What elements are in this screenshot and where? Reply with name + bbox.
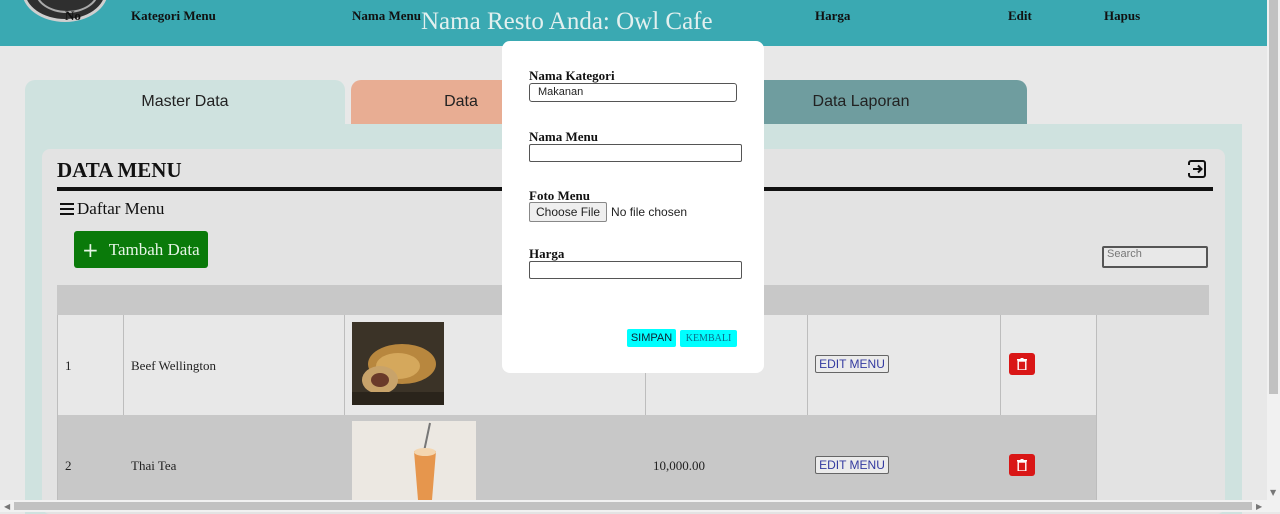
restaurant-title: Nama Resto Anda: Owl Cafe <box>421 8 713 35</box>
search-placeholder: Search <box>1107 248 1142 260</box>
harga-input[interactable] <box>529 261 742 279</box>
menu-list-icon <box>60 203 74 215</box>
delete-button[interactable] <box>1009 454 1035 476</box>
kategori-select[interactable]: Makanan <box>529 83 737 102</box>
kategori-label: Nama Kategori <box>529 68 615 83</box>
thai-tea-photo <box>352 421 476 500</box>
add-data-button[interactable]: + Tambah Data <box>74 231 208 268</box>
page-title: DATA MENU <box>57 158 182 182</box>
add-data-label: Tambah Data <box>108 239 200 259</box>
col-no: No <box>65 8 81 23</box>
beef-wellington-photo <box>352 322 444 405</box>
row-1-kategori: Beef Wellington <box>131 358 217 373</box>
nama-menu-input[interactable] <box>529 144 742 162</box>
list-heading: Daftar Menu <box>60 199 164 219</box>
file-picker: Choose File No file chosen <box>529 202 687 222</box>
tab-master-data[interactable]: Master Data <box>25 80 345 124</box>
row-1-no: 1 <box>65 358 72 373</box>
list-heading-label: Daftar Menu <box>77 199 165 218</box>
row-2-harga: 10,000.00 <box>653 458 705 473</box>
edit-menu-button[interactable]: EDIT MENU <box>815 355 889 373</box>
scroll-left-icon[interactable]: ◀ <box>4 502 10 511</box>
horizontal-scroll-thumb[interactable] <box>14 502 1252 510</box>
delete-button[interactable] <box>1009 353 1035 375</box>
vertical-scroll-thumb[interactable] <box>1269 0 1278 394</box>
choose-file-button[interactable]: Choose File <box>529 202 608 222</box>
file-status: No file chosen <box>611 205 688 219</box>
tab-data-label: Data <box>444 93 478 110</box>
col-edit: Edit <box>1008 8 1032 23</box>
plus-icon: + <box>82 237 99 262</box>
col-hapus: Hapus <box>1104 8 1141 23</box>
save-button[interactable]: SIMPAN <box>627 329 676 347</box>
row-2-no: 2 <box>65 458 72 473</box>
trash-icon <box>1017 358 1027 370</box>
logout-icon[interactable] <box>1187 159 1207 179</box>
trash-icon <box>1017 459 1027 471</box>
harga-label: Harga <box>529 246 565 261</box>
tab-data-laporan-label: Data Laporan <box>812 93 910 110</box>
search-input[interactable]: Search <box>1102 246 1208 268</box>
nama-menu-label: Nama Menu <box>529 129 598 144</box>
col-nama-menu: Nama Menu <box>352 8 421 23</box>
row-2-kategori: Thai Tea <box>131 458 177 473</box>
col-harga: Harga <box>815 8 851 23</box>
table-row <box>57 415 1097 512</box>
col-kategori: Kategori Menu <box>131 8 216 23</box>
scroll-right-icon[interactable]: ▶ <box>1256 502 1262 511</box>
edit-menu-button[interactable]: EDIT MENU <box>815 456 889 474</box>
scroll-down-icon[interactable]: ▼ <box>1270 488 1276 497</box>
back-button[interactable]: KEMBALI <box>680 330 737 347</box>
